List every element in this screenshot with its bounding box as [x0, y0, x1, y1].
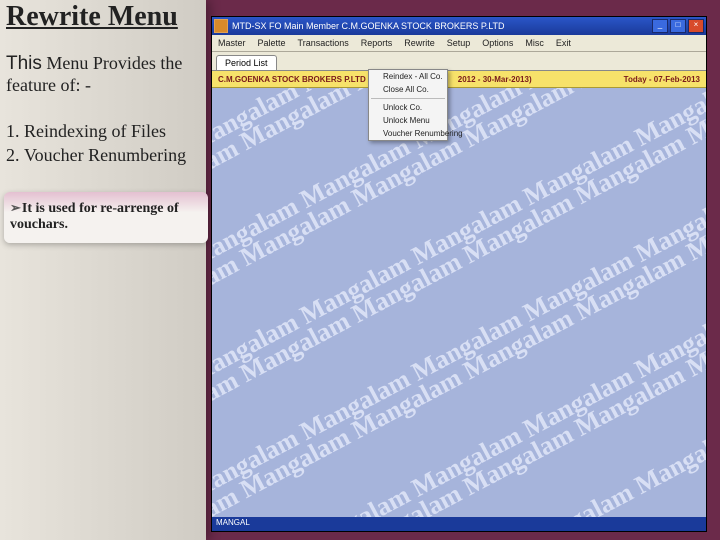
callout-box: ➢It is used for re-arrenge of vouchars. — [4, 192, 208, 243]
menuitem-unlock-menu[interactable]: Unlock Menu — [369, 114, 447, 127]
window-title: MTD-SX FO Main Member C.M.GOENKA STOCK B… — [232, 21, 505, 31]
bullet-arrow-icon: ➢ — [10, 200, 21, 215]
menuitem-voucher-renumbering[interactable]: Voucher Renumbering — [369, 127, 447, 140]
menu-reports[interactable]: Reports — [355, 38, 399, 48]
watermark: Mangalam Mangalam Mangalam Mangalam Mang… — [212, 17, 706, 531]
menu-transactions[interactable]: Transactions — [292, 38, 355, 48]
app-screenshot: Mangalam Mangalam Mangalam Mangalam Mang… — [211, 16, 707, 532]
intro-text: This Menu Provides the feature of: - — [6, 53, 198, 96]
menuitem-close-all[interactable]: Close All Co. — [369, 83, 447, 96]
menu-separator — [371, 98, 445, 99]
menu-misc[interactable]: Misc — [519, 38, 550, 48]
feature-item-2: Voucher Renumbering — [24, 145, 198, 166]
menu-rewrite[interactable]: Rewrite — [398, 38, 441, 48]
menu-palette[interactable]: Palette — [252, 38, 292, 48]
menuitem-unlock-co[interactable]: Unlock Co. — [369, 101, 447, 114]
close-button[interactable]: × — [688, 19, 704, 33]
rewrite-dropdown[interactable]: Reindex - All Co. Close All Co. Unlock C… — [368, 69, 448, 141]
info-period: 2012 - 30-Mar-2013) — [458, 75, 532, 84]
status-bar: MANGAL — [212, 517, 706, 531]
minimize-button[interactable]: _ — [652, 19, 668, 33]
menuitem-reindex-all[interactable]: Reindex - All Co. — [369, 70, 447, 83]
menu-options[interactable]: Options — [476, 38, 519, 48]
menu-setup[interactable]: Setup — [441, 38, 477, 48]
slide-title: Rewrite Menu — [6, 0, 198, 33]
tab-bar: Period List — [212, 52, 706, 71]
info-company: C.M.GOENKA STOCK BROKERS P.LTD — [218, 75, 366, 84]
app-icon — [214, 19, 228, 33]
feature-list: Reindexing of Files Voucher Renumbering — [6, 121, 198, 165]
window-titlebar[interactable]: MTD-SX FO Main Member C.M.GOENKA STOCK B… — [212, 17, 706, 35]
feature-item-1: Reindexing of Files — [24, 121, 198, 142]
menu-exit[interactable]: Exit — [550, 38, 577, 48]
menu-master[interactable]: Master — [212, 38, 252, 48]
status-text: MANGAL — [216, 518, 250, 527]
tab-period-list[interactable]: Period List — [216, 55, 277, 70]
info-bar: C.M.GOENKA STOCK BROKERS P.LTD 2012 - 30… — [212, 71, 706, 88]
intro-this: This — [6, 53, 42, 74]
menubar[interactable]: Master Palette Transactions Reports Rewr… — [212, 35, 706, 52]
callout-text: It is used for re-arrenge of vouchars. — [10, 201, 179, 232]
maximize-button[interactable]: □ — [670, 19, 686, 33]
info-today: Today - 07-Feb-2013 — [624, 75, 700, 84]
